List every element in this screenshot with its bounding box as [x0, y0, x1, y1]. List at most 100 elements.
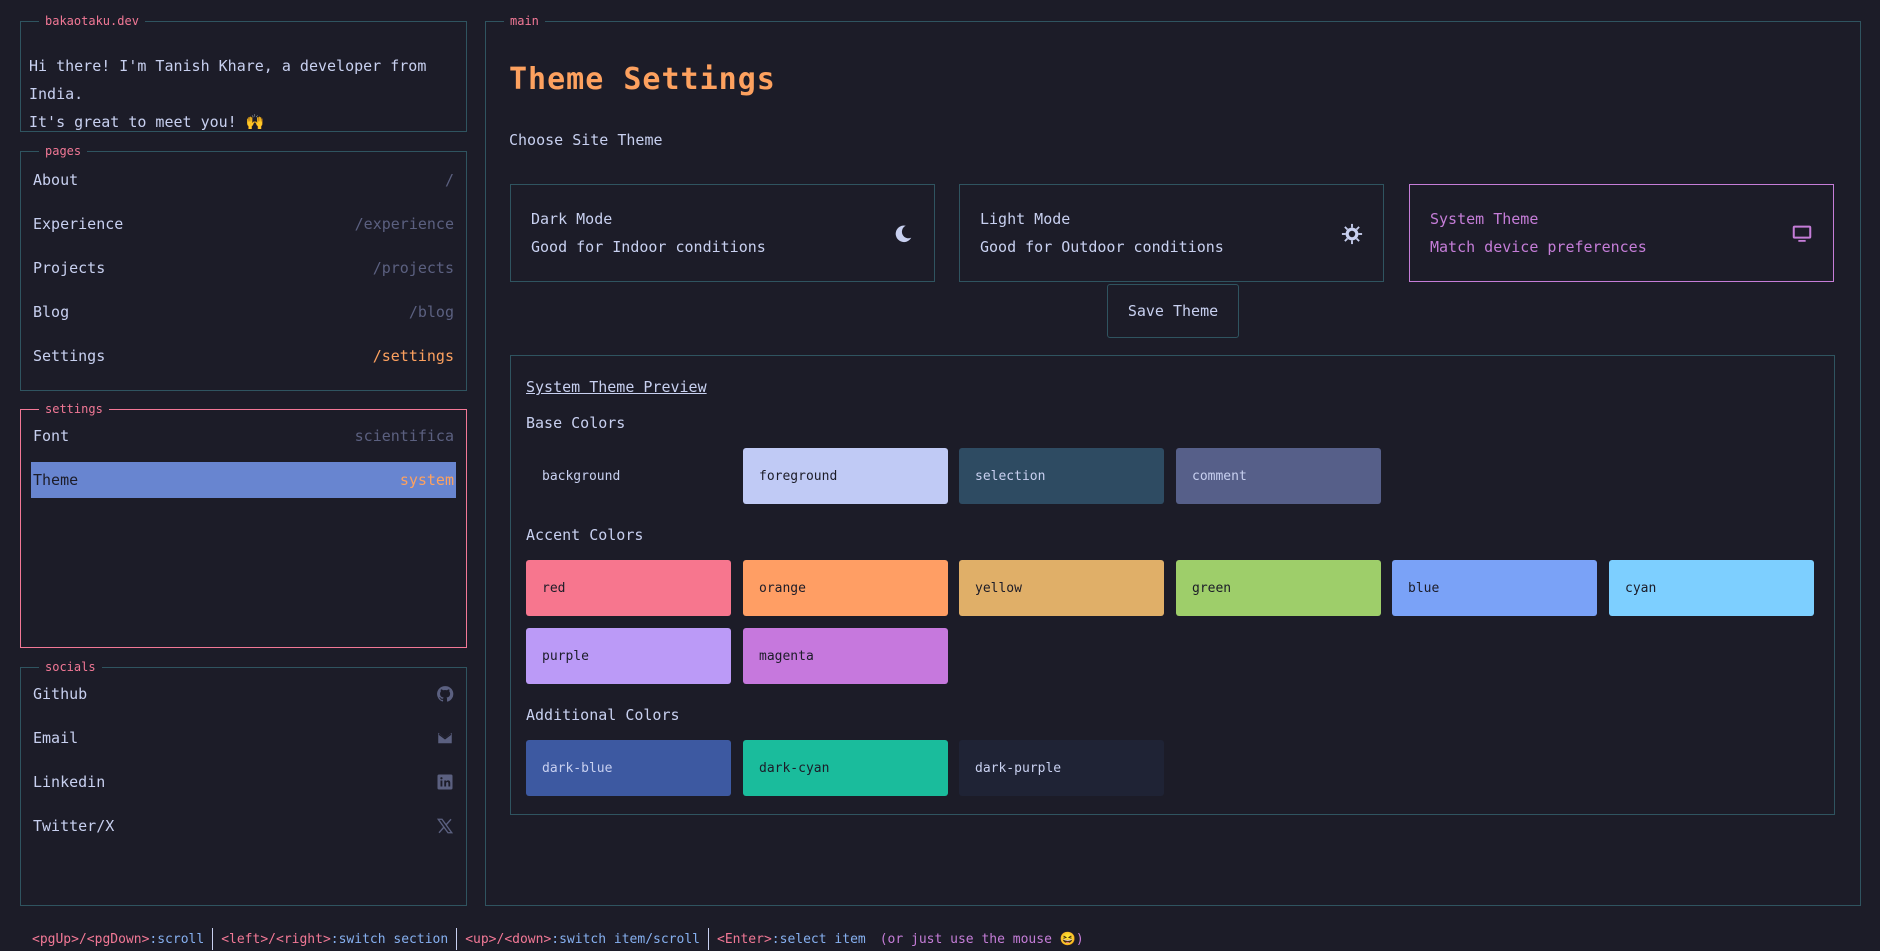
theme-card-desc: Good for Outdoor conditions [980, 238, 1224, 256]
swatch-purple: purple [526, 628, 731, 684]
nav-item-path: /blog [408, 303, 454, 321]
social-label: Github [33, 685, 88, 703]
swatch-foreground: foreground [743, 448, 948, 504]
intro-line-2: It's great to meet you! 🙌 [29, 113, 265, 131]
social-label: Twitter/X [33, 817, 115, 835]
keybinding-desc: :switch section [330, 931, 449, 947]
social-item-twitter[interactable]: Twitter/X [31, 808, 456, 844]
sun-icon [1341, 223, 1363, 245]
swatch-label: selection [975, 468, 1046, 484]
nav-item-label: Blog [33, 303, 70, 321]
theme-card-system[interactable]: System Theme Match device preferences [1409, 184, 1834, 282]
preview-title: System Theme Preview [526, 378, 707, 396]
keybinding-key: <Enter> [717, 931, 772, 947]
additional-colors-label: Additional Colors [526, 706, 680, 724]
swatch-label: yellow [975, 580, 1022, 596]
keybinding-desc: :switch item/scroll [551, 931, 700, 947]
swatch-magenta: magenta [743, 628, 948, 684]
swatch-dark-purple: dark-purple [959, 740, 1164, 796]
swatch-background: background [526, 448, 731, 504]
keybinding-desc: :scroll [149, 931, 205, 947]
theme-card-title: System Theme [1430, 210, 1539, 228]
setting-label: Font [33, 427, 70, 445]
settings-panel: settings Font scientifica Theme system [20, 401, 467, 648]
theme-card-desc: Good for Indoor conditions [531, 238, 766, 256]
keybinding-key: <pgUp>/<pgDown> [32, 931, 150, 947]
swatch-label: red [542, 580, 566, 596]
social-item-linkedin[interactable]: Linkedin [31, 764, 456, 800]
nav-item-path: /projects [372, 259, 454, 277]
theme-card-title: Dark Mode [531, 210, 613, 228]
setting-value: system [399, 471, 454, 489]
swatch-label: orange [759, 580, 806, 596]
keybinding-scroll: <pgUp>/<pgDown> :scroll [30, 928, 214, 950]
swatch-label: foreground [759, 468, 838, 484]
keybinding-switch-item: <up>/<down> :switch item/scroll [457, 928, 709, 950]
socials-panel: socials Github Email Linkedin Twitter/X [20, 659, 467, 906]
nav-item-path: /experience [354, 215, 454, 233]
social-label: Linkedin [33, 773, 106, 791]
keybinding-desc: :select item [771, 931, 866, 947]
intro-legend: bakaotaku.dev [39, 13, 145, 29]
social-label: Email [33, 729, 79, 747]
theme-card-dark[interactable]: Dark Mode Good for Indoor conditions [510, 184, 935, 282]
main-legend: main [504, 13, 545, 29]
mouse-hint: (or just use the mouse 😆) [879, 931, 1084, 947]
swatch-label: dark-cyan [759, 760, 830, 776]
nav-item-about[interactable]: About / [31, 162, 456, 198]
keybinding-key: <up>/<down> [465, 931, 552, 947]
setting-label: Theme [33, 471, 79, 489]
swatch-green: green [1176, 560, 1381, 616]
github-icon [437, 686, 454, 702]
swatch-label: dark-blue [542, 760, 613, 776]
x-icon [436, 818, 454, 834]
base-colors-label: Base Colors [526, 414, 626, 432]
swatch-selection: selection [959, 448, 1164, 504]
moon-icon [895, 225, 912, 243]
swatch-dark-cyan: dark-cyan [743, 740, 948, 796]
nav-item-settings[interactable]: Settings /settings [31, 338, 456, 374]
linkedin-icon [437, 774, 453, 790]
swatch-yellow: yellow [959, 560, 1164, 616]
nav-item-label: Projects [33, 259, 106, 277]
swatch-dark-blue: dark-blue [526, 740, 731, 796]
setting-value: scientifica [354, 427, 454, 445]
nav-item-label: About [33, 171, 79, 189]
swatch-label: purple [542, 648, 589, 664]
swatch-label: comment [1192, 468, 1247, 484]
monitor-icon [1792, 225, 1812, 242]
theme-card-title: Light Mode [980, 210, 1071, 228]
setting-item-theme[interactable]: Theme system [31, 462, 456, 498]
swatch-label: dark-purple [975, 760, 1062, 776]
swatch-label: background [542, 468, 621, 484]
pages-legend: pages [39, 143, 88, 159]
save-theme-button[interactable]: Save Theme [1107, 284, 1239, 338]
swatch-label: green [1192, 580, 1232, 596]
nav-item-blog[interactable]: Blog /blog [31, 294, 456, 330]
intro-panel: bakaotaku.dev Hi there! I'm Tanish Khare… [20, 13, 467, 132]
nav-item-path: /settings [372, 347, 454, 365]
nav-item-projects[interactable]: Projects /projects [31, 250, 456, 286]
nav-item-path: / [444, 171, 454, 189]
social-item-email[interactable]: Email [31, 720, 456, 756]
setting-item-font[interactable]: Font scientifica [31, 418, 456, 454]
swatch-label: magenta [759, 648, 814, 664]
mail-icon [438, 732, 452, 744]
accent-colors-label: Accent Colors [526, 526, 644, 544]
theme-preview-panel: System Theme Preview Base Colors backgro… [510, 355, 1835, 815]
pages-panel: pages About / Experience /experience Pro… [20, 143, 467, 391]
nav-item-label: Settings [33, 347, 106, 365]
socials-legend: socials [39, 659, 102, 675]
settings-legend: settings [39, 401, 109, 417]
swatch-comment: comment [1176, 448, 1381, 504]
swatch-red: red [526, 560, 731, 616]
nav-item-experience[interactable]: Experience /experience [31, 206, 456, 242]
social-item-github[interactable]: Github [31, 676, 456, 712]
keybinding-select: <Enter> :select item [709, 928, 874, 950]
theme-card-desc: Match device preferences [1430, 238, 1647, 256]
swatch-blue: blue [1392, 560, 1597, 616]
theme-card-light[interactable]: Light Mode Good for Outdoor conditions [959, 184, 1384, 282]
main-panel: main Theme Settings Choose Site Theme Da… [485, 13, 1861, 906]
swatch-label: blue [1408, 580, 1440, 596]
nav-item-label: Experience [33, 215, 124, 233]
